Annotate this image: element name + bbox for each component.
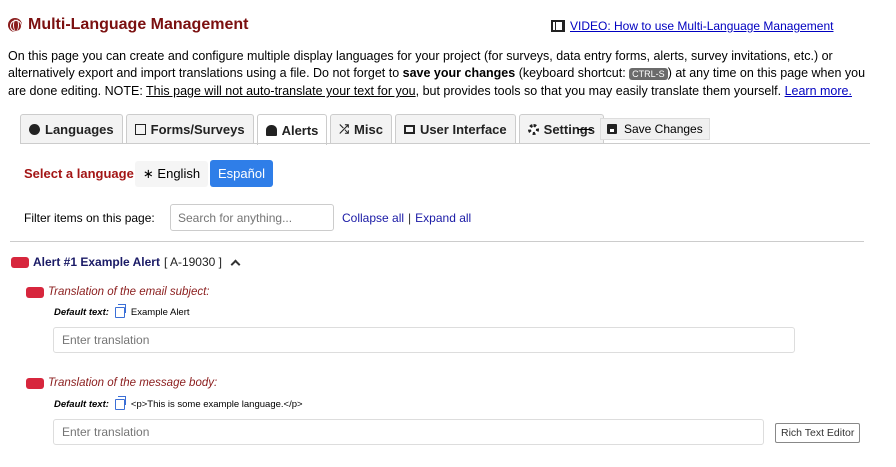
- save-icon: [607, 124, 617, 134]
- default-text-value: <p>This is some example language.</p>: [130, 399, 303, 410]
- intro-bold: save your changes: [402, 66, 516, 80]
- tab-alerts[interactable]: Alerts: [256, 114, 328, 145]
- tab-languages[interactable]: Languages: [20, 114, 123, 144]
- tab-user-interface[interactable]: User Interface: [394, 114, 516, 144]
- auto-translate-note-link[interactable]: This page will not auto-translate your t…: [146, 84, 416, 98]
- intro-part4: , but provides tools so that you may eas…: [415, 84, 785, 98]
- default-text-label: Default text:: [54, 399, 109, 410]
- default-text-label: Default text:: [54, 307, 109, 318]
- tab-label: Languages: [45, 122, 114, 137]
- section-title-text: Translation of the message body:: [48, 377, 218, 389]
- message-body-translation-input[interactable]: [53, 419, 764, 445]
- tab-label: Alerts: [281, 122, 319, 138]
- learn-more-link[interactable]: Learn more.: [785, 84, 852, 98]
- table-icon: [134, 124, 146, 135]
- globe-icon: [29, 124, 40, 135]
- email-subject-section-title: Translation of the email subject:: [26, 286, 210, 298]
- video-link[interactable]: VIDEO: How to use Multi-Language Managem…: [551, 19, 833, 33]
- link-separator: |: [408, 211, 412, 225]
- section-title-text: Translation of the email subject:: [48, 286, 210, 298]
- status-badge: [11, 256, 29, 268]
- default-text-row: Default text: Example Alert: [54, 304, 190, 318]
- intro-part2: (keyboard shortcut:: [515, 66, 630, 80]
- email-subject-translation-input[interactable]: [53, 327, 795, 353]
- collapse-expand-links: Collapse all | Expand all: [342, 211, 471, 225]
- copy-icon[interactable]: [114, 396, 126, 410]
- tab-label: User Interface: [419, 122, 507, 137]
- copy-icon[interactable]: [114, 304, 126, 318]
- tab-label: Misc: [354, 122, 383, 137]
- rich-text-editor-button[interactable]: Rich Text Editor: [775, 423, 861, 443]
- default-text-value: Example Alert: [130, 307, 190, 318]
- tab-bar: Languages Forms/Surveys Alerts ⤮ Misc Use…: [20, 113, 607, 145]
- intro-text: On this page you can create and configur…: [8, 48, 878, 100]
- language-select-label: Select a language:: [24, 166, 139, 181]
- expand-all-link[interactable]: Expand all: [415, 211, 471, 225]
- alert-title: Alert #1 Example Alert: [33, 255, 160, 269]
- video-link-label[interactable]: VIDEO: How to use Multi-Language Managem…: [570, 19, 833, 33]
- page-header: Multi-Language Management: [8, 16, 248, 34]
- message-body-section-title: Translation of the message body:: [26, 377, 217, 389]
- film-icon: [551, 20, 565, 32]
- language-option-english[interactable]: ∗ English: [135, 161, 208, 187]
- collapse-all-link[interactable]: Collapse all: [342, 211, 404, 225]
- status-badge: [26, 377, 44, 389]
- tab-misc[interactable]: ⤮ Misc: [330, 114, 392, 144]
- separator-dash: [578, 128, 592, 130]
- page-title: Multi-Language Management: [28, 16, 249, 33]
- alert-id: [ A-19030 ]: [163, 255, 222, 269]
- globe-icon: [8, 18, 22, 32]
- alert-header[interactable]: Alert #1 Example Alert [ A-19030 ]: [11, 255, 241, 269]
- tab-forms-surveys[interactable]: Forms/Surveys: [125, 114, 254, 144]
- save-changes-button[interactable]: Save Changes: [600, 118, 710, 140]
- save-changes-label: Save Changes: [624, 122, 703, 136]
- status-badge: [26, 286, 44, 298]
- default-text-row: Default text: <p>This is some example la…: [54, 396, 303, 410]
- save-area: Save Changes: [578, 118, 710, 140]
- language-option-espanol[interactable]: Español: [210, 160, 273, 187]
- filter-label: Filter items on this page:: [24, 211, 155, 225]
- bell-icon: [265, 124, 277, 136]
- search-input[interactable]: [170, 204, 334, 231]
- chevron-up-icon[interactable]: [230, 259, 241, 269]
- keyboard-shortcut-badge: CTRL-S: [629, 68, 668, 80]
- tab-divider: [20, 143, 870, 144]
- monitor-icon: [403, 125, 415, 134]
- gear-icon: [527, 124, 539, 135]
- section-divider: [10, 241, 864, 242]
- tab-label: Forms/Surveys: [150, 122, 245, 137]
- shuffle-icon: ⤮: [339, 122, 350, 136]
